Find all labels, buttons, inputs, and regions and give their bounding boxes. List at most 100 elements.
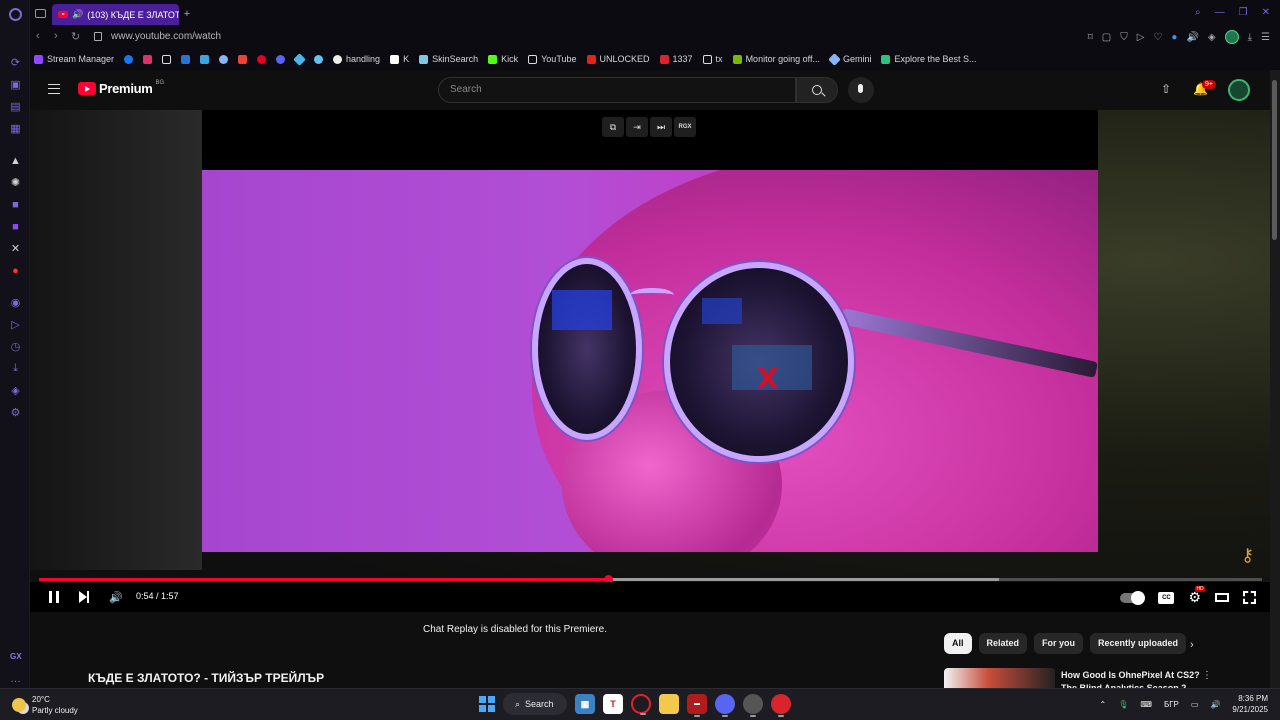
pause-icon[interactable] bbox=[49, 591, 59, 603]
bookmark-icon[interactable]: ⌑ bbox=[1088, 32, 1093, 43]
bookmark-gmail[interactable] bbox=[238, 54, 248, 64]
download-icon[interactable]: ⤓ bbox=[9, 362, 22, 375]
t-app-icon[interactable]: T bbox=[603, 694, 623, 714]
bookmark-monitor[interactable]: Monitor going off... bbox=[732, 54, 820, 64]
settings-icon[interactable]: ⚙ bbox=[9, 406, 22, 419]
player-icon[interactable]: ◉ bbox=[9, 296, 22, 309]
new-tab-button[interactable]: + bbox=[180, 7, 194, 21]
chatgpt-icon[interactable]: ✺ bbox=[9, 176, 22, 189]
language-indicator[interactable]: БГР bbox=[1164, 700, 1179, 709]
url-field[interactable]: www.youtube.com/watch bbox=[111, 31, 221, 42]
hamburger-menu-icon[interactable] bbox=[48, 84, 60, 94]
recording-app-icon[interactable] bbox=[771, 694, 791, 717]
opera-gx-icon[interactable] bbox=[631, 694, 651, 715]
game-app-icon[interactable]: ▬ bbox=[687, 694, 707, 717]
lock-icon[interactable] bbox=[94, 32, 102, 41]
bookmark-gemini[interactable]: Gemini bbox=[828, 52, 871, 66]
extensions-icon[interactable]: ◈ bbox=[9, 384, 22, 397]
twitch-icon[interactable]: ■ bbox=[9, 220, 22, 233]
youtube-logo[interactable]: Premium BG bbox=[78, 80, 164, 96]
bookmark-discord[interactable] bbox=[276, 54, 286, 64]
extensions-icon[interactable]: ◈ bbox=[1208, 32, 1216, 43]
chevron-right-icon[interactable]: › bbox=[1190, 639, 1194, 651]
forward-icon[interactable]: › bbox=[54, 30, 58, 42]
page-scrollbar[interactable] bbox=[1270, 70, 1280, 688]
heart-icon[interactable]: ♡ bbox=[1153, 32, 1162, 43]
chip-all[interactable]: All bbox=[944, 633, 972, 654]
recommended-title[interactable]: How Good Is OhnePixel At CS2? The Blind … bbox=[1061, 669, 1201, 689]
taskbar-search[interactable]: ⌕ Search bbox=[503, 693, 567, 715]
search-input[interactable]: Search bbox=[438, 77, 796, 103]
vpn-icon[interactable]: ● bbox=[1171, 32, 1177, 43]
fullscreen-icon[interactable] bbox=[1243, 591, 1256, 604]
active-tab[interactable]: 🔊 (103) КЪДЕ Е ЗЛАТОТ bbox=[52, 4, 179, 25]
close-icon[interactable]: ✕ bbox=[1262, 7, 1270, 18]
keyboard-icon[interactable]: ⌨ bbox=[1140, 700, 1152, 709]
clock[interactable]: 8:36 PM 9/21/2025 bbox=[1232, 693, 1268, 715]
rgx-button[interactable]: RGX bbox=[674, 117, 696, 137]
profile-avatar[interactable] bbox=[1224, 30, 1239, 44]
progress-bar[interactable] bbox=[39, 575, 1262, 584]
popout-icon[interactable]: ⧉ bbox=[602, 117, 624, 137]
chip-recently-uploaded[interactable]: Recently uploaded bbox=[1090, 633, 1187, 654]
bookmark-site[interactable] bbox=[200, 54, 210, 64]
bookmark-k[interactable]: K bbox=[390, 54, 409, 64]
bookmark-1337[interactable]: 1337 bbox=[659, 54, 693, 64]
refresh-icon[interactable]: ⟳ bbox=[9, 56, 22, 69]
maximize-icon[interactable]: ❐ bbox=[1239, 7, 1248, 18]
bookmark-handling[interactable]: handling bbox=[333, 54, 380, 64]
bookmark-pinterest[interactable] bbox=[257, 54, 267, 64]
captions-icon[interactable]: CC bbox=[1158, 591, 1175, 604]
enter-icon[interactable]: ⇥ bbox=[626, 117, 648, 137]
chip-related[interactable]: Related bbox=[978, 633, 1028, 654]
app-icon[interactable]: ● bbox=[9, 264, 22, 277]
back-icon[interactable]: ‹ bbox=[36, 30, 40, 42]
scroll-thumb[interactable] bbox=[1272, 80, 1277, 240]
tab-menu-icon[interactable] bbox=[35, 9, 46, 18]
bookmark-unlocked[interactable]: UNLOCKED bbox=[586, 54, 650, 64]
more-icon[interactable]: … bbox=[9, 672, 22, 685]
weather-widget[interactable]: 20°C Partly cloudy bbox=[12, 694, 78, 716]
microphone-icon[interactable]: 🎙 bbox=[1118, 700, 1128, 709]
bookmark-facebook[interactable] bbox=[124, 54, 134, 64]
shield-icon[interactable]: ⛉ bbox=[1120, 32, 1128, 43]
bookmark-tx[interactable]: tx bbox=[702, 54, 723, 64]
search-button[interactable] bbox=[796, 77, 838, 103]
skip-icon[interactable]: ⏭ bbox=[650, 117, 672, 137]
bookmark-skinsearch[interactable]: SkinSearch bbox=[419, 54, 478, 64]
volume-icon[interactable]: 🔊 bbox=[1210, 700, 1220, 709]
upload-icon[interactable]: ⇧ bbox=[1161, 82, 1171, 96]
bag-icon[interactable]: ▣ bbox=[9, 78, 22, 91]
bookmark-steam[interactable] bbox=[314, 54, 324, 64]
volume-icon[interactable]: 🔊 bbox=[1186, 32, 1198, 43]
chip-for-you[interactable]: For you bbox=[1034, 633, 1084, 654]
gear-icon[interactable]: ⚙ HD bbox=[1188, 586, 1205, 606]
avatar[interactable] bbox=[1228, 79, 1250, 101]
snapshot-icon[interactable]: ▢ bbox=[1102, 32, 1111, 43]
reload-icon[interactable]: ↻ bbox=[71, 30, 80, 43]
search-tabs-icon[interactable]: ⌕ bbox=[1195, 7, 1201, 18]
file-explorer-icon[interactable] bbox=[659, 694, 679, 714]
bookmark-globe[interactable] bbox=[219, 54, 229, 64]
discord-icon[interactable] bbox=[715, 694, 735, 717]
video-frame[interactable]: X bbox=[202, 170, 1098, 552]
bookmark-paypal[interactable] bbox=[181, 54, 191, 64]
bookmark-kick[interactable]: Kick bbox=[488, 54, 518, 64]
volume-icon[interactable]: 🔊 bbox=[109, 591, 123, 604]
opera-logo-icon[interactable] bbox=[9, 8, 22, 21]
speaker-icon[interactable]: 🔊 bbox=[72, 9, 83, 20]
more-options-icon[interactable]: ⋮ bbox=[1202, 670, 1212, 681]
widgets-app-icon[interactable]: ▦ bbox=[575, 694, 595, 714]
play-icon[interactable]: ▷ bbox=[1137, 32, 1145, 43]
x-icon[interactable]: ✕ bbox=[9, 242, 22, 255]
cs-icon[interactable]: ■ bbox=[9, 198, 22, 211]
minimize-icon[interactable]: — bbox=[1215, 7, 1225, 18]
autoplay-toggle[interactable] bbox=[1120, 590, 1146, 605]
bookmark-stream-manager[interactable]: Stream Manager bbox=[34, 54, 114, 64]
bookmark-instagram[interactable] bbox=[143, 54, 153, 64]
gx-corner-icon[interactable]: ▤ bbox=[9, 100, 22, 113]
bookmark-explore[interactable]: Explore the Best S... bbox=[881, 54, 977, 64]
arc-icon[interactable]: ▲ bbox=[9, 154, 22, 167]
download-icon[interactable]: ⤓ bbox=[1248, 32, 1252, 43]
play-icon[interactable]: ▷ bbox=[9, 318, 22, 331]
